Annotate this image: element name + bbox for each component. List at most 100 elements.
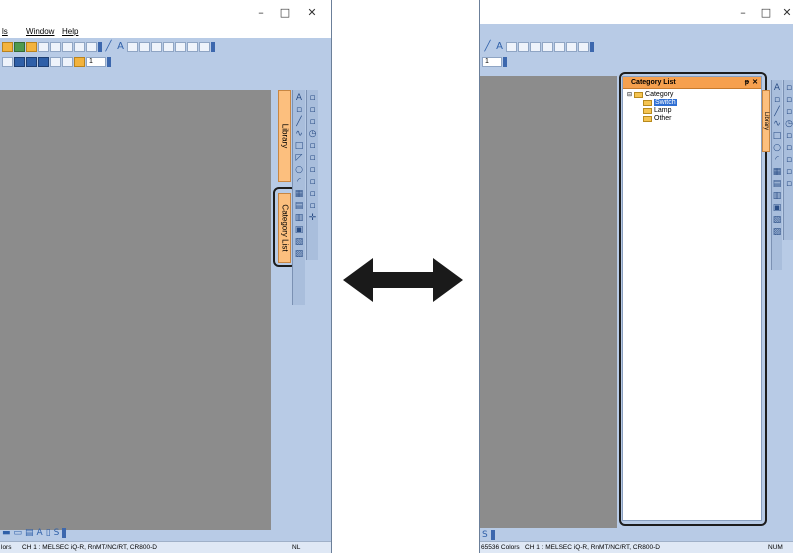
toolbar-button[interactable]	[62, 42, 73, 52]
toolbar-button[interactable]	[50, 57, 61, 67]
maximize-button[interactable]: □	[757, 6, 775, 19]
toolbar-icon[interactable]: ▫	[785, 96, 793, 105]
toolbar-icon[interactable]: ▥	[295, 214, 304, 223]
toolbar-icon[interactable]: ▫	[308, 94, 317, 103]
screen-canvas[interactable]	[480, 76, 617, 528]
clock-icon[interactable]: ◷	[785, 120, 793, 129]
clock-icon[interactable]: ◷	[308, 130, 317, 139]
toolbar-button[interactable]	[2, 42, 13, 52]
text-icon[interactable]: A	[115, 42, 126, 52]
toolbar-button[interactable]	[62, 57, 73, 67]
toolbar-button[interactable]	[506, 42, 517, 52]
text-icon[interactable]: A	[494, 42, 505, 52]
toolbar-icon[interactable]: ▫	[785, 168, 793, 177]
toolbar-icon[interactable]: ▫	[295, 106, 304, 115]
toolbar-icon[interactable]: ▫	[308, 118, 317, 127]
toolbar-button[interactable]	[151, 42, 162, 52]
minimize-button[interactable]: –	[252, 6, 270, 19]
toolbar-icon[interactable]: ▫	[785, 132, 793, 141]
toolbar-grip[interactable]	[503, 57, 507, 67]
toolbar-icon[interactable]: ▬	[2, 528, 11, 538]
toolbar-button[interactable]	[566, 42, 577, 52]
toolbar-button[interactable]	[127, 42, 138, 52]
toolbar-button[interactable]	[530, 42, 541, 52]
toolbar-icon[interactable]: ▫	[308, 166, 317, 175]
toolbar-icon[interactable]: S	[482, 530, 488, 540]
toolbar-icon[interactable]: ▧	[773, 216, 782, 225]
toolbar-icon[interactable]: ▫	[308, 178, 317, 187]
library-tab[interactable]: Library	[762, 90, 770, 152]
toolbar-button[interactable]	[26, 42, 37, 52]
toolbar-button[interactable]	[26, 57, 37, 67]
toolbar-icon[interactable]: ▤	[773, 180, 782, 189]
toolbar-icon[interactable]: ▫	[308, 154, 317, 163]
toolbar-button[interactable]	[38, 57, 49, 67]
polyline-icon[interactable]: ∿	[773, 120, 782, 129]
circle-icon[interactable]: ○	[773, 144, 782, 153]
menu-help[interactable]: Help	[62, 27, 78, 36]
line-icon[interactable]: ╱	[295, 118, 304, 127]
move-icon[interactable]: ✛	[308, 214, 317, 223]
toolbar-button[interactable]	[554, 42, 565, 52]
toolbar-icon[interactable]: ▫	[785, 108, 793, 117]
toolbar-button[interactable]	[74, 57, 85, 67]
toolbar-icon[interactable]: ▥	[773, 192, 782, 201]
toolbar-icon[interactable]: ▨	[295, 250, 304, 259]
line-icon[interactable]: ╱	[103, 42, 114, 52]
toolbar-icon[interactable]: ▭	[14, 528, 23, 538]
toolbar-icon[interactable]: ▫	[773, 96, 782, 105]
toolbar-button[interactable]	[2, 57, 13, 67]
polyline-icon[interactable]: ∿	[295, 130, 304, 139]
toolbar-icon[interactable]: ▦	[773, 168, 782, 177]
line-icon[interactable]: ╱	[482, 42, 493, 52]
toolbar-button[interactable]	[163, 42, 174, 52]
toolbar-grip[interactable]	[62, 528, 67, 538]
menu-tools[interactable]: ls	[2, 27, 8, 36]
close-button[interactable]: ✕	[303, 6, 321, 19]
toolbar-icon[interactable]: ▧	[295, 238, 304, 247]
toolbar-button[interactable]	[86, 42, 97, 52]
toolbar-button[interactable]	[14, 57, 25, 67]
toolbar-icon[interactable]: ▯	[46, 528, 51, 538]
maximize-button[interactable]: □	[276, 6, 294, 19]
minimize-button[interactable]: –	[734, 6, 752, 19]
toolbar-button[interactable]	[542, 42, 553, 52]
line-icon[interactable]: ╱	[773, 108, 782, 117]
toolbar-icon[interactable]: ▫	[785, 144, 793, 153]
screen-dropdown[interactable]: 1	[482, 57, 502, 67]
text-color-icon[interactable]: A	[37, 528, 43, 538]
toolbar-button[interactable]	[139, 42, 150, 52]
toolbar-icon[interactable]: ▫	[308, 142, 317, 151]
arc-icon[interactable]: ◜	[773, 156, 782, 165]
toolbar-button[interactable]	[578, 42, 589, 52]
toolbar-icon[interactable]: ▫	[785, 180, 793, 189]
toolbar-icon[interactable]: ▨	[773, 228, 782, 237]
toolbar-button[interactable]	[74, 42, 85, 52]
toolbar-grip[interactable]	[98, 42, 102, 52]
screen-canvas[interactable]	[0, 90, 271, 530]
toolbar-button[interactable]	[175, 42, 186, 52]
circle-icon[interactable]: ○	[295, 166, 304, 175]
toolbar-grip[interactable]	[590, 42, 594, 52]
toolbar-button[interactable]	[14, 42, 25, 52]
toolbar-grip[interactable]	[490, 530, 495, 540]
close-button[interactable]: ✕	[778, 6, 793, 19]
screen-dropdown[interactable]: 1	[86, 57, 106, 67]
arc-icon[interactable]: ◜	[295, 178, 304, 187]
toolbar-icon[interactable]: ▫	[308, 190, 317, 199]
polygon-icon[interactable]: ◸	[295, 154, 304, 163]
rectangle-icon[interactable]: □	[773, 132, 782, 141]
text-icon[interactable]: A	[295, 94, 304, 103]
toolbar-icon[interactable]: ▫	[308, 202, 317, 211]
toolbar-grip[interactable]	[211, 42, 215, 52]
rectangle-icon[interactable]: □	[295, 142, 304, 151]
text-icon[interactable]: A	[773, 84, 782, 93]
toolbar-icon[interactable]: ▫	[785, 84, 793, 93]
toolbar-icon[interactable]: S	[54, 528, 60, 538]
toolbar-icon[interactable]: ▤	[295, 202, 304, 211]
menu-window[interactable]: Window	[26, 27, 54, 36]
toolbar-icon[interactable]: ▫	[785, 156, 793, 165]
toolbar-button[interactable]	[518, 42, 529, 52]
toolbar-icon[interactable]: ▣	[773, 204, 782, 213]
library-tab[interactable]: Library	[278, 90, 291, 182]
